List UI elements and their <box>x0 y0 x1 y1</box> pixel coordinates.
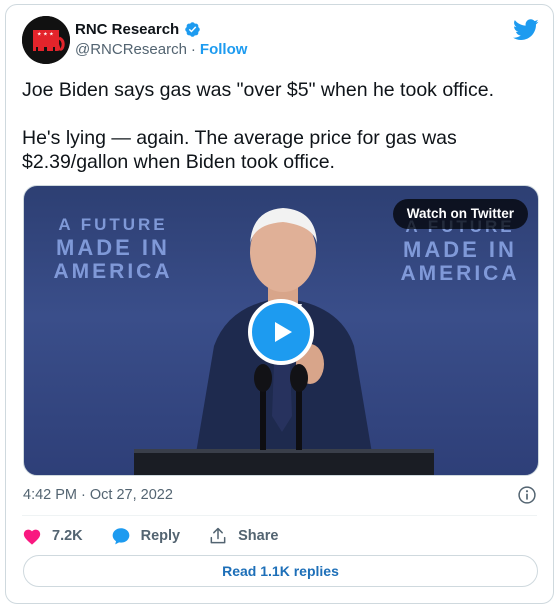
author-name[interactable]: RNC Research <box>75 21 179 38</box>
divider <box>22 515 537 516</box>
read-replies-button[interactable]: Read 1.1K replies <box>23 555 538 587</box>
share-icon <box>210 527 226 544</box>
play-button[interactable] <box>248 299 314 365</box>
tweet-card: ★ ★ ★ RNC Research @RNCResearch · Follow… <box>5 4 554 604</box>
info-icon[interactable] <box>517 485 537 505</box>
watch-on-twitter-button[interactable]: Watch on Twitter <box>392 199 528 229</box>
twitter-bird-icon[interactable] <box>513 19 539 41</box>
author-info: RNC Research @RNCResearch · Follow <box>75 21 247 58</box>
tweet-paragraph-2: He's lying — again. The average price fo… <box>22 127 457 173</box>
share-button[interactable]: Share <box>208 526 278 546</box>
share-label: Share <box>238 528 279 544</box>
tweet-timestamp[interactable]: 4:42 PM · Oct 27, 2022 <box>23 487 173 503</box>
play-icon <box>275 322 292 342</box>
follow-button[interactable]: Follow <box>200 41 248 58</box>
video-player[interactable]: A FUTURE MADE IN AMERICA A FUTURE MADE I… <box>23 185 539 476</box>
rnc-elephant-logo: ★ ★ ★ <box>22 16 70 64</box>
avatar[interactable]: ★ ★ ★ <box>22 16 70 64</box>
verified-icon <box>185 22 200 37</box>
like-button[interactable]: 7.2K <box>22 527 83 545</box>
reply-button[interactable]: Reply <box>111 527 181 545</box>
tweet-text: Joe Biden says gas was "over $5" when he… <box>22 78 542 174</box>
svg-text:★ ★ ★: ★ ★ ★ <box>37 32 54 38</box>
tweet-paragraph-1: Joe Biden says gas was "over $5" when he… <box>22 79 495 101</box>
like-count: 7.2K <box>52 528 83 544</box>
separator-dot: · <box>190 41 196 58</box>
action-bar: 7.2K Reply Share <box>22 524 306 548</box>
reply-label: Reply <box>140 528 181 544</box>
heart-icon <box>23 529 41 545</box>
author-handle[interactable]: @RNCResearch <box>75 41 187 58</box>
reply-bubble-icon <box>112 528 129 545</box>
